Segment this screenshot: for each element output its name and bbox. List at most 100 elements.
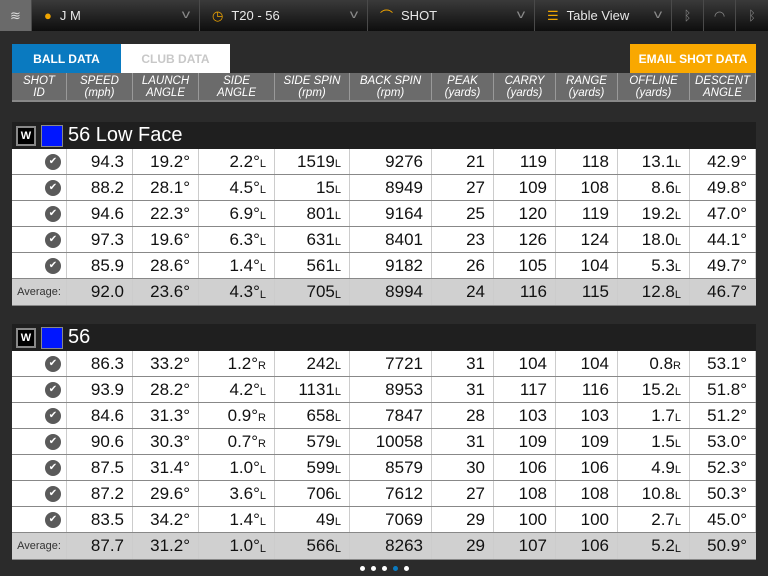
cell-value: 103 [518,405,547,425]
table-cell: 18.0 L [618,227,690,252]
cell-value: 7069 [385,509,423,529]
table-row[interactable]: ✔ 93.9 28.2° 4.2° L 1131 L 8953 31 117 116 15.2 L 51.… [12,377,756,403]
logo-icon[interactable]: ≋ [0,0,32,31]
table-cell: 1519 L [275,149,350,174]
column-header[interactable]: CARRY (yards) [494,73,556,100]
checkmark-icon[interactable]: ✔ [45,459,61,476]
table-cell: 26 [432,253,494,278]
cell-value: 52.3° [707,457,747,477]
cell-value: 31.4° [150,457,190,477]
direction-suffix: L [334,490,341,502]
page-dot[interactable] [359,566,365,571]
direction-suffix: L [334,464,341,476]
email-shot-data-button[interactable]: EMAIL SHOT DATA [630,44,756,73]
table-cell: 27 [432,175,494,200]
table-row[interactable]: ✔ 88.2 28.1° 4.5° L 15 L 8949 27 109 108 8.6 L 49.8° [12,175,756,201]
table-cell: 109 [494,175,556,200]
table-cell: 5.2 L [618,533,690,559]
cell-value: 599 [306,457,335,477]
checkmark-icon[interactable]: ✔ [45,433,61,450]
session-select[interactable]: ◷ T20 - 56 v [200,0,368,31]
table-row[interactable]: ✔ 86.3 33.2° 1.2° R 242 L 7721 31 104 104 0.8 R 53.1° [12,351,756,377]
column-header[interactable]: SPEED (mph) [67,73,133,100]
table-cell: 108 [494,481,556,506]
cell-value: 22.3° [150,203,190,223]
page-dot[interactable] [392,566,398,571]
checkmark-icon[interactable]: ✔ [45,485,61,502]
cell-value: 29 [466,536,485,555]
checkmark-icon[interactable]: ✔ [45,407,61,424]
table-cell: 7069 [350,507,432,532]
checkmark-icon[interactable]: ✔ [45,205,61,222]
table-cell: 49.8° [690,175,756,200]
column-header-line: (rpm) [298,86,326,99]
column-header[interactable]: RANGE (yards) [556,73,618,100]
direction-suffix: L [334,412,341,424]
direction-suffix: L [334,210,341,222]
table-cell: 9182 [350,253,432,278]
table-cell: 31 [432,377,494,402]
page-indicator [0,566,768,571]
column-header-line: (yards) [444,86,481,99]
tab-club-data[interactable]: CLUB DATA [121,44,230,73]
cell-value: 801 [306,203,335,223]
table-cell: 46.7° [690,279,756,305]
direction-suffix: L [674,464,681,476]
cell-value: 15.2 [641,379,675,399]
cell-value: 29 [466,509,485,529]
checkmark-icon[interactable]: ✔ [45,153,61,170]
table-cell: 94.6 [67,201,133,226]
table-cell: 100 [494,507,556,532]
direction-suffix: L [259,184,266,196]
column-header[interactable]: SIDE SPIN (rpm) [275,73,350,100]
checkmark-icon[interactable]: ✔ [45,179,61,196]
table-cell: 28 [432,403,494,428]
table-row[interactable]: ✔ 94.6 22.3° 6.9° L 801 L 9164 25 120 119 19.2 L 47.0… [12,201,756,227]
checkmark-icon[interactable]: ✔ [45,511,61,528]
table-row[interactable]: ✔ 87.2 29.6° 3.6° L 706 L 7612 27 108 108 10.8 L 50.3… [12,481,756,507]
table-row[interactable]: ✔ 85.9 28.6° 1.4° L 561 L 9182 26 105 104 5.3 L 49.7° [12,253,756,279]
page-dot[interactable] [370,566,376,571]
cell-value: 108 [580,177,609,197]
table-cell: 86.3 [67,351,133,376]
table-row[interactable]: ✔ 84.6 31.3° 0.9° R 658 L 7847 28 103 103 1.7 L 51.2° [12,403,756,429]
column-header[interactable]: DESCENT ANGLE [690,73,756,100]
table-cell: 87.7 [67,533,133,559]
checkmark-icon[interactable]: ✔ [45,381,61,398]
cell-value: 87.2 [90,483,124,503]
page-dot[interactable] [403,566,409,571]
data-tabs: BALL DATA CLUB DATA [12,44,230,73]
cell-value: 27 [466,177,485,197]
checkmark-icon[interactable]: ✔ [45,257,61,274]
view-select[interactable]: ☰ Table View v [535,0,672,31]
column-header[interactable]: SIDE ANGLE [199,73,275,100]
page-dot[interactable] [381,566,387,571]
checkmark-icon[interactable]: ✔ [45,231,61,248]
tab-ball-data[interactable]: BALL DATA [12,44,121,73]
view-name: Table View [566,8,630,23]
bluetooth-icon[interactable]: ᛒ [672,0,704,31]
table-row[interactable]: ✔ 87.5 31.4° 1.0° L 599 L 8579 30 106 106 4.9 L 52.3° [12,455,756,481]
checkmark-icon[interactable]: ✔ [45,355,61,372]
column-header[interactable]: PEAK (yards) [432,73,494,100]
cell-value: 83.5 [90,509,124,529]
table-row[interactable]: ✔ 94.3 19.2° 2.2° L 1519 L 9276 21 119 118 13.1 L 42.… [12,149,756,175]
table-cell: 115 [556,279,618,305]
table-cell: 3.6° L [199,481,275,506]
table-row[interactable]: ✔ 97.3 19.6° 6.3° L 631 L 8401 23 126 124 18.0 L 44.1… [12,227,756,253]
table-row[interactable]: ✔ 90.6 30.3° 0.7° R 579 L 10058 31 109 109 1.5 L 53.0… [12,429,756,455]
column-header[interactable]: SHOT ID [12,73,67,100]
column-header[interactable]: BACK SPIN (rpm) [350,73,432,100]
column-header[interactable]: LAUNCH ANGLE [133,73,199,100]
player-select[interactable]: ● J M v [32,0,200,31]
table-cell: 23.6° [133,279,199,305]
cell-value: 8.6 [651,177,675,197]
mode-select[interactable]: ⌒ SHOT v [368,0,535,31]
cell-value: 15 [315,177,335,197]
column-header[interactable]: OFFLINE (yards) [618,73,690,100]
cell-value: 23.6° [150,282,190,301]
wifi-icon[interactable]: ◠ [704,0,736,31]
cell-value: 7847 [385,405,423,425]
bluetooth-signal-icon[interactable]: ᛒ [736,0,768,31]
table-row[interactable]: ✔ 83.5 34.2° 1.4° L 49 L 7069 29 100 100 2.7 L 45.0° [12,507,756,533]
